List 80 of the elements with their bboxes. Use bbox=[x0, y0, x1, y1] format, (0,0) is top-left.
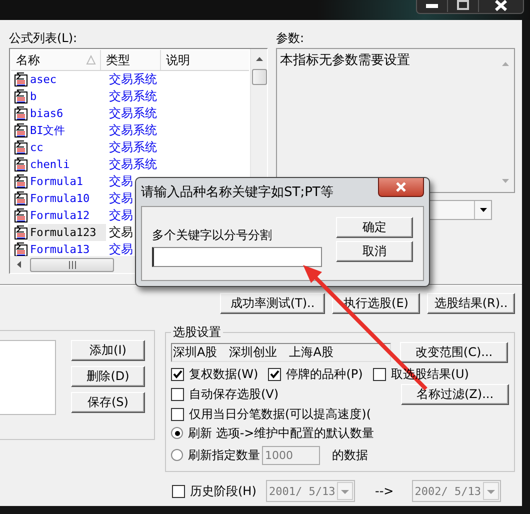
count-suffix: 的数据 bbox=[332, 446, 368, 464]
formula-type: 交易 bbox=[108, 207, 133, 224]
name-filter-button[interactable]: 名称过滤(Z)... bbox=[401, 384, 509, 404]
formula-icon bbox=[14, 140, 28, 155]
list-row[interactable]: cc 交易系统 bbox=[11, 139, 249, 156]
date-picker[interactable]: 2002/ 5/13 bbox=[412, 480, 501, 502]
formula-icon bbox=[14, 157, 28, 172]
formula-type: 交易 bbox=[108, 224, 133, 241]
formula-icon bbox=[14, 174, 28, 189]
formula-type: 交易系统 bbox=[108, 88, 157, 105]
dialog-button[interactable]: 确定 bbox=[336, 217, 413, 238]
formula-name: asec bbox=[29, 72, 58, 88]
condition-button[interactable]: 保存(S) bbox=[71, 392, 145, 413]
dialog-button[interactable]: 取消 bbox=[336, 241, 413, 262]
checkbox-option[interactable]: 复权数据(W) bbox=[171, 366, 258, 382]
formula-icon bbox=[14, 106, 28, 121]
formula-icon bbox=[14, 242, 28, 256]
scroll-thumb[interactable] bbox=[252, 69, 266, 85]
formula-type: 交易系统 bbox=[108, 71, 157, 88]
checkbox-option[interactable]: 仅用当日分笔数据(可以提高速度)( bbox=[171, 406, 372, 422]
dialog-prompt: 多个关键字以分号分割 bbox=[152, 227, 273, 244]
formula-name: bias6 bbox=[29, 106, 64, 122]
formula-type: 交易 bbox=[108, 241, 133, 256]
formula-type: 交易系统 bbox=[108, 139, 157, 156]
list-row[interactable]: chenli 交易系统 bbox=[11, 156, 249, 173]
params-label: 参数: bbox=[276, 30, 306, 47]
formula-name: Formula123 bbox=[28, 224, 106, 241]
range-arrow: --> bbox=[375, 484, 394, 498]
dropdown-arrow-icon bbox=[478, 207, 488, 213]
check-icon bbox=[269, 368, 280, 380]
date-picker[interactable]: 2001/ 5/13 bbox=[266, 480, 355, 502]
list-row[interactable]: Formula12 交易 bbox=[11, 207, 249, 224]
list-row[interactable]: bias6 交易系统 bbox=[11, 105, 249, 122]
keyword-input[interactable] bbox=[152, 247, 322, 267]
close-icon bbox=[394, 182, 408, 192]
formula-name: Formula10 bbox=[29, 191, 91, 207]
formula-icon bbox=[14, 123, 28, 138]
formula-type: 交易系统 bbox=[108, 122, 157, 139]
formula-icon bbox=[14, 208, 28, 223]
formula-name: b bbox=[29, 89, 38, 105]
formula-name: Formula13 bbox=[29, 242, 91, 256]
list-row[interactable]: Formula13 交易 bbox=[11, 241, 249, 256]
action-button[interactable]: 成功率测试(T).. bbox=[220, 293, 325, 314]
formula-name: cc bbox=[29, 140, 44, 156]
checkbox-option[interactable]: 自动保存选股(V) bbox=[171, 386, 279, 402]
formula-name: chenli bbox=[29, 157, 71, 173]
grip-icon bbox=[68, 260, 76, 268]
count-field[interactable]: 1000 bbox=[262, 446, 320, 464]
scroll-up-icon[interactable] bbox=[254, 56, 264, 62]
group-title: 选股设置 bbox=[172, 324, 222, 341]
check-icon bbox=[172, 368, 183, 380]
list-row[interactable]: BI文件 交易系统 bbox=[11, 122, 249, 139]
change-range-button[interactable]: 改变范围(C)... bbox=[400, 342, 508, 363]
formula-icon bbox=[14, 191, 28, 206]
market-range-field: 深圳A股 深圳创业 上海A股 bbox=[171, 343, 391, 362]
sort-icon bbox=[86, 55, 96, 65]
formula-name: Formula1 bbox=[29, 174, 84, 190]
radio-option[interactable]: 刷新 选项->维护中配置的默认数量 bbox=[171, 424, 374, 442]
formula-name: BI文件 bbox=[29, 123, 66, 139]
condition-button[interactable]: 删除(D) bbox=[71, 366, 145, 387]
formula-name: Formula12 bbox=[29, 208, 91, 224]
condition-button[interactable]: 添加(I) bbox=[71, 340, 145, 361]
formula-type: 交易系统 bbox=[108, 105, 157, 122]
formula-list-label: 公式列表(L): bbox=[9, 30, 78, 47]
formula-icon bbox=[14, 89, 28, 104]
formula-icon bbox=[14, 225, 28, 240]
column-header[interactable]: 名称 bbox=[11, 50, 101, 70]
column-header[interactable]: 说明 bbox=[161, 50, 249, 70]
close-button[interactable] bbox=[378, 178, 424, 197]
scroll-left-icon[interactable] bbox=[16, 260, 22, 269]
checkbox-option[interactable]: 停牌的品种(P) bbox=[268, 366, 363, 382]
list-row[interactable]: asec 交易系统 bbox=[11, 71, 249, 88]
formula-type: 交易 bbox=[108, 190, 133, 207]
checkbox-option[interactable]: 历史阶段(H) bbox=[172, 482, 266, 500]
radio-option[interactable]: 刷新指定数量 bbox=[171, 446, 260, 464]
action-button[interactable]: 选股结果(R).. bbox=[427, 293, 515, 314]
list-row[interactable]: b 交易系统 bbox=[11, 88, 249, 105]
formula-type: 交易 bbox=[108, 173, 133, 190]
column-header[interactable]: 类型 bbox=[101, 50, 161, 70]
formula-type: 交易系统 bbox=[108, 156, 157, 173]
